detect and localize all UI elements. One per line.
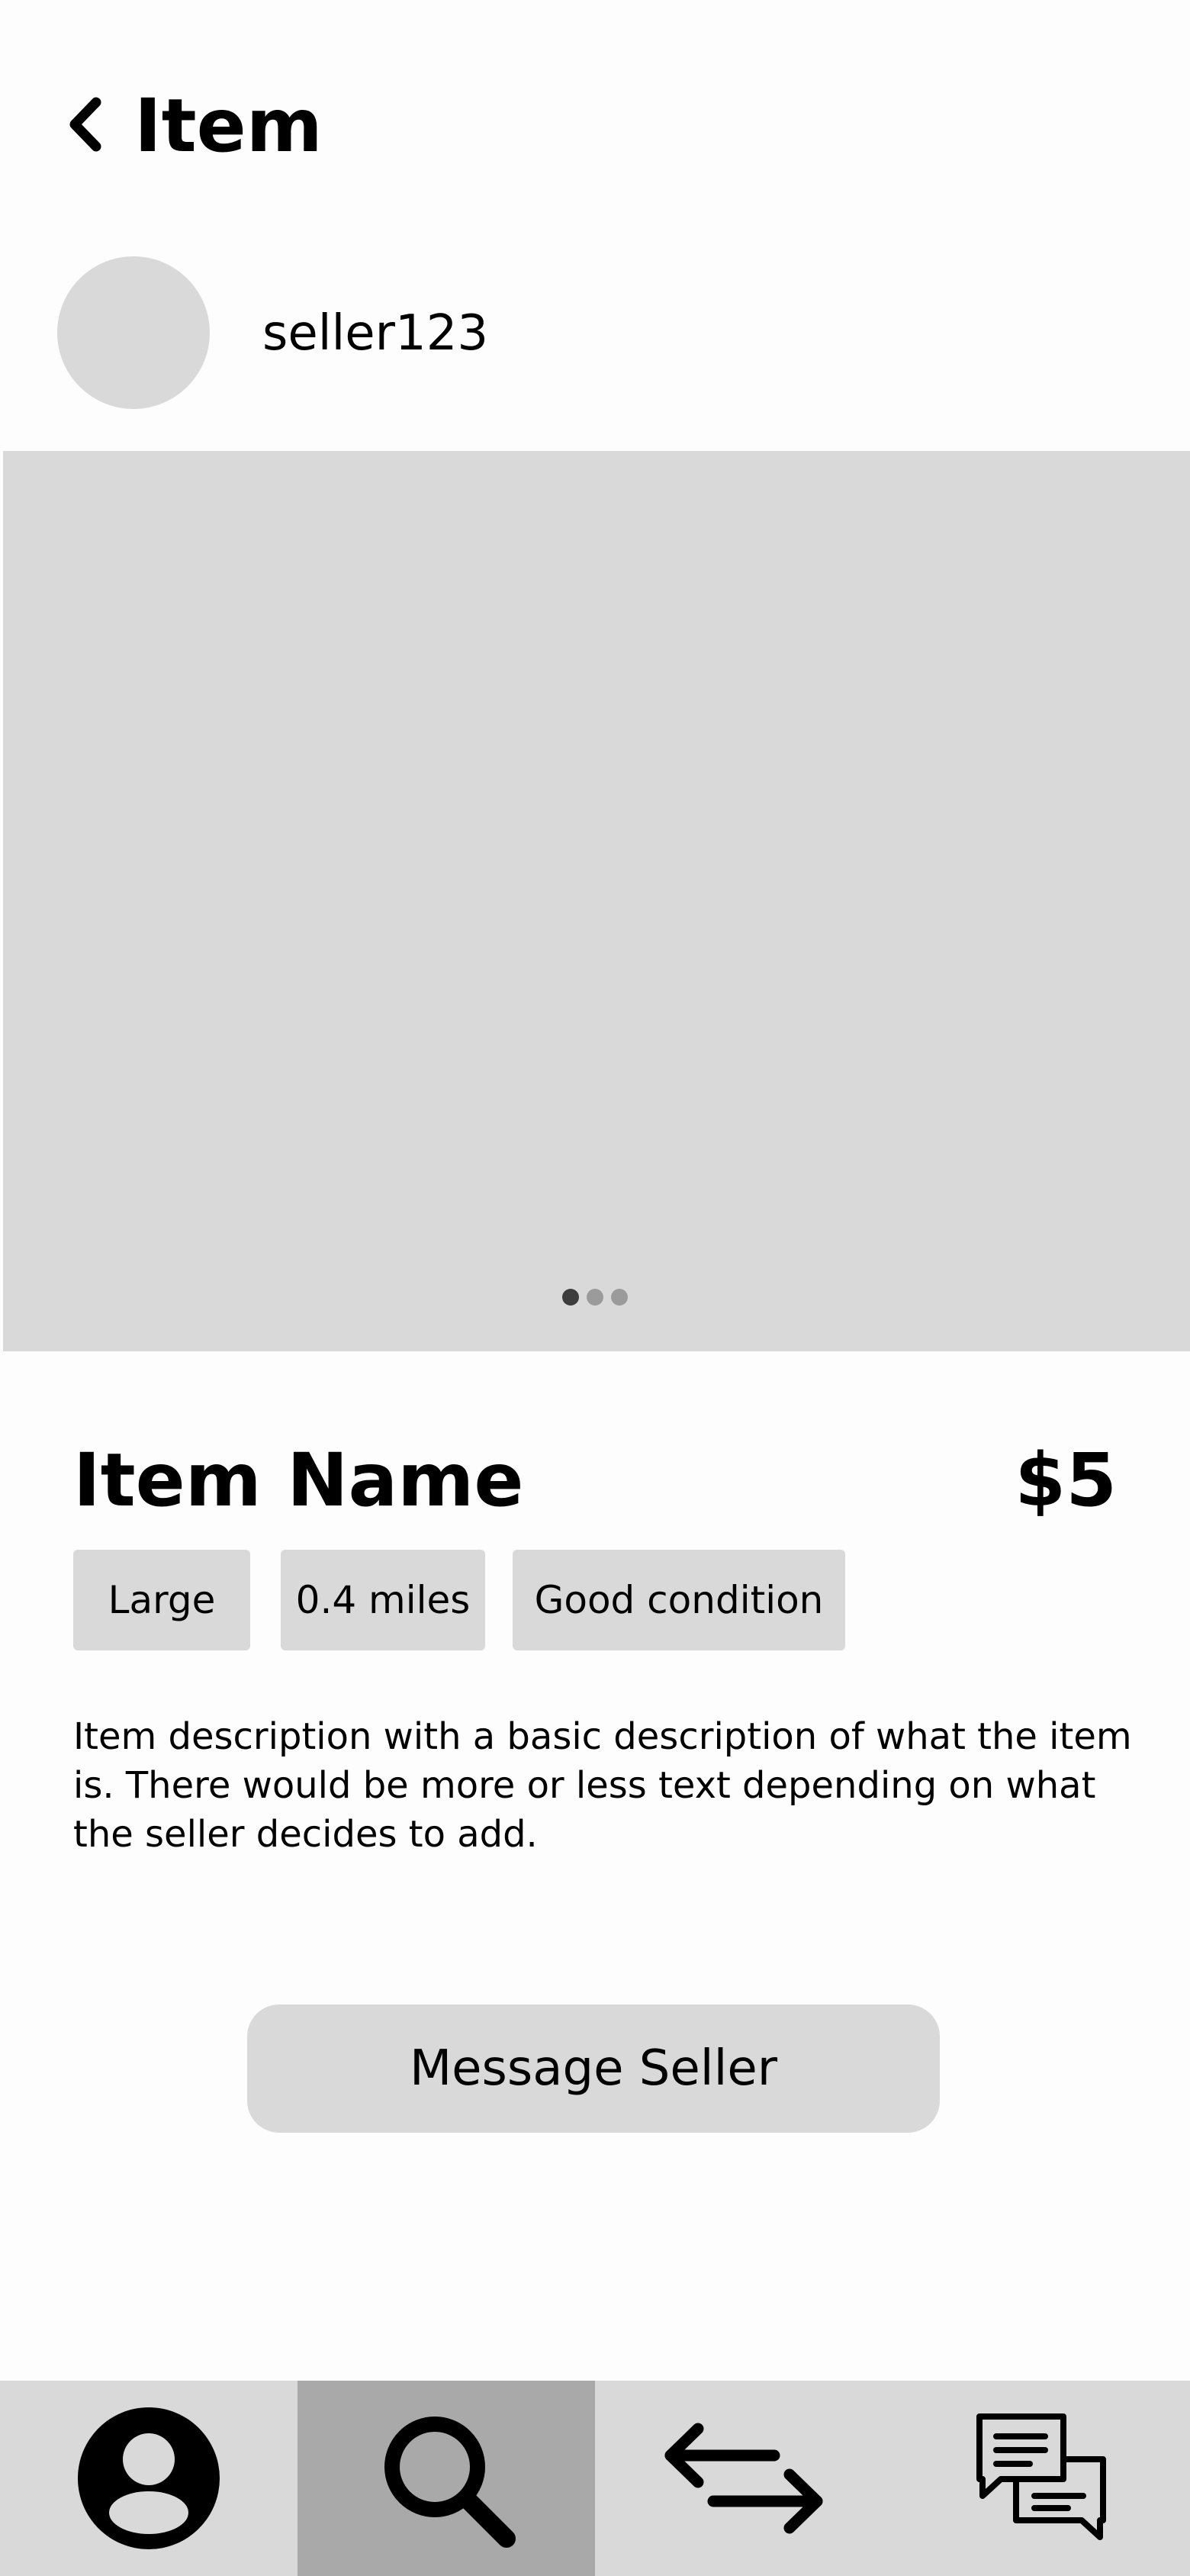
chat-bubbles-icon — [976, 2413, 1106, 2540]
seller-username[interactable]: seller123 — [262, 299, 488, 368]
tag-size: Large — [73, 1550, 250, 1650]
carousel-dot-1[interactable] — [562, 1289, 579, 1306]
header: Item — [0, 0, 1190, 252]
profile-icon — [78, 2407, 220, 2549]
tag-distance: 0.4 miles — [281, 1550, 485, 1650]
nav-messages[interactable] — [892, 2381, 1190, 2576]
item-price: $5 — [1015, 1438, 1117, 1523]
carousel-dots — [0, 1289, 1190, 1307]
seller-avatar[interactable] — [57, 256, 210, 409]
search-icon — [384, 2417, 516, 2548]
item-name: Item Name — [73, 1438, 524, 1523]
nav-search[interactable] — [298, 2381, 595, 2576]
carousel-dot-3[interactable] — [611, 1289, 628, 1306]
nav-trade[interactable] — [595, 2381, 892, 2576]
carousel-dot-2[interactable] — [587, 1289, 603, 1306]
swap-arrows-icon — [664, 2423, 823, 2534]
message-seller-button[interactable]: Message Seller — [247, 2004, 940, 2133]
page-title: Item — [134, 83, 323, 169]
chevron-left-icon[interactable] — [63, 90, 108, 159]
tag-condition: Good condition — [513, 1550, 845, 1650]
bottom-nav — [0, 2381, 1190, 2576]
item-description: Item description with a basic descriptio… — [73, 1715, 1132, 1856]
item-image-carousel[interactable] — [3, 451, 1190, 1351]
nav-profile[interactable] — [0, 2381, 298, 2576]
